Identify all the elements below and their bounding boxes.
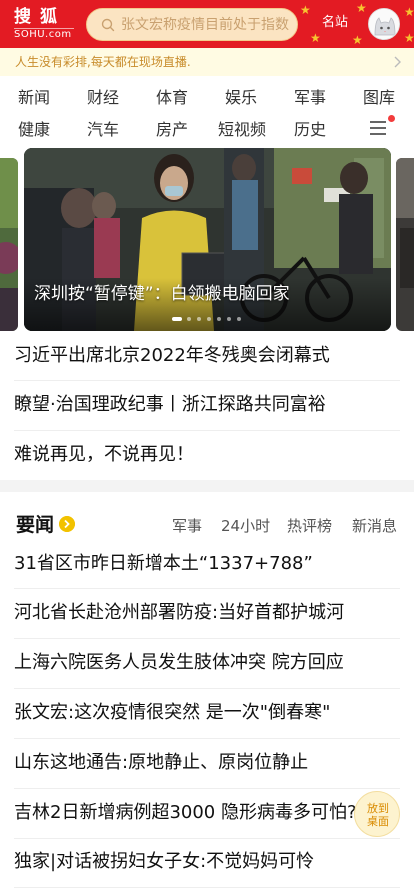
divider [14,788,400,789]
notice-text: 人生没有彩排,每天都在现场直播. [15,55,191,69]
nav-item-news[interactable]: 新闻 [18,87,50,109]
nav-item-health[interactable]: 健康 [18,119,50,141]
next-slide-image [396,158,414,331]
headline-item[interactable]: 瞭望·治国理政纪事丨浙江探路共同富裕 [14,392,400,418]
notification-dot [388,115,395,122]
news-carousel[interactable]: 深圳按“暂停键”：白领搬电脑回家 [0,148,414,332]
logo-english-text: SOHU.com [14,29,72,40]
sohu-logo[interactable]: 搜狐 SOHU.com [14,7,76,41]
search-bar[interactable]: 张文宏称疫情目前处于指数 [86,8,298,41]
channel-nav: 新闻 财经 体育 娱乐 军事 图库 健康 汽车 房产 短视频 历史 [0,80,414,146]
prev-slide-image [0,158,18,331]
headline-item[interactable]: 习近平出席北京2022年冬残奥会闭幕式 [14,343,400,369]
nav-item-auto[interactable]: 汽车 [87,119,119,141]
news-item[interactable]: 31省区市昨日新增本土“1337+788” [14,551,400,577]
news-item[interactable]: 吉林2日新增病例超3000 隐形病毒多可怕? [14,800,400,826]
tab-military[interactable]: 军事 [172,515,202,537]
news-item[interactable]: 独家|对话被拐妇女子女:不觉妈妈可怜 [14,849,400,875]
pagination-dot[interactable] [197,317,201,321]
divider [14,380,400,381]
notice-bar[interactable]: 人生没有彩排,每天都在现场直播. [0,48,414,76]
news-item[interactable]: 上海六院医务人员发生肢体冲突 院方回应 [14,650,400,676]
search-icon [101,18,115,32]
nav-item-entertainment[interactable]: 娱乐 [225,87,257,109]
nav-item-military[interactable]: 军事 [294,87,326,109]
divider [14,738,400,739]
divider [14,638,400,639]
nav-item-realestate[interactable]: 房产 [156,119,188,141]
fab-label-line2: 桌面 [367,815,389,828]
tab-hot-comments[interactable]: 热评榜 [287,515,332,537]
add-to-desktop-button[interactable]: 放到 桌面 [354,791,400,837]
nav-item-shortvideo[interactable]: 短视频 [218,119,266,141]
nav-item-gallery[interactable]: 图库 [363,87,395,109]
pagination-dot[interactable] [172,317,182,321]
logo-chinese-text: 搜狐 [14,7,66,27]
news-item[interactable]: 河北省长赴沧州部署防疫:当好首都护城河 [14,600,400,626]
pagination-dot[interactable] [217,317,221,321]
nav-item-history[interactable]: 历史 [294,119,326,141]
avatar[interactable] [368,8,400,40]
divider [14,688,400,689]
nav-item-sports[interactable]: 体育 [156,87,188,109]
carousel-next-slide[interactable] [396,158,414,331]
divider [14,838,400,839]
carousel-main-slide[interactable]: 深圳按“暂停键”：白领搬电脑回家 [24,148,391,331]
pagination-dot[interactable] [227,317,231,321]
pagination-dot[interactable] [187,317,191,321]
section-title[interactable]: 要闻 [16,512,54,538]
star-icon: ★ [310,31,321,45]
star-icon: ★ [404,31,414,45]
star-icon: ★ [404,5,414,19]
chevron-right-circle-icon[interactable] [59,516,75,532]
star-icon: ★ [300,3,311,17]
top-header-bar: ★ ★ ★ ★ ★ ★ 搜狐 SOHU.com 张文宏称疫情目前处于指数 名站 [0,0,414,48]
headline-item[interactable]: 难说再见，不说再见！ [14,442,400,468]
divider [14,588,400,589]
pagination-dot[interactable] [237,317,241,321]
news-item[interactable]: 山东这地通告:原地静止、原岗位静止 [14,750,400,776]
carousel-prev-slide[interactable] [0,158,18,331]
divider [14,887,400,888]
tab-24h[interactable]: 24小时 [221,515,270,537]
news-item[interactable]: 张文宏:这次疫情很突然 是一次"倒春寒" [14,700,400,726]
pagination-dot[interactable] [207,317,211,321]
divider [14,430,400,431]
star-icon: ★ [356,1,367,15]
menu-icon[interactable] [370,121,388,137]
nav-item-finance[interactable]: 财经 [87,87,119,109]
slide-caption: 深圳按“暂停键”：白领搬电脑回家 [34,284,290,304]
chevron-right-icon [394,56,401,68]
cat-avatar-icon [369,9,399,39]
search-placeholder: 张文宏称疫情目前处于指数 [121,17,289,33]
tab-new-messages[interactable]: 新消息 [352,515,397,537]
mingzhan-link[interactable]: 名站 [322,14,348,32]
star-icon: ★ [352,33,363,47]
fab-label-line1: 放到 [367,802,389,815]
section-gap [0,480,414,492]
